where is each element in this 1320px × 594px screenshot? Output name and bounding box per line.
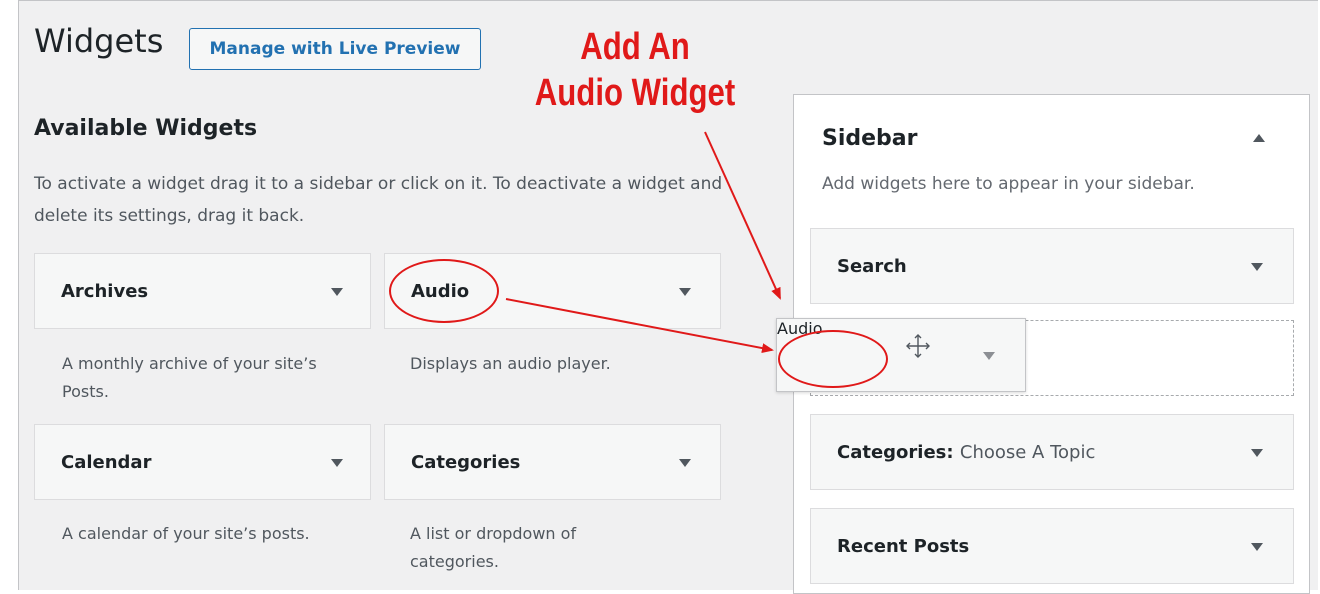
arrow-to-drop [505, 298, 774, 354]
annotation-arrows [505, 131, 781, 354]
arrow-to-sidebar [704, 131, 781, 300]
